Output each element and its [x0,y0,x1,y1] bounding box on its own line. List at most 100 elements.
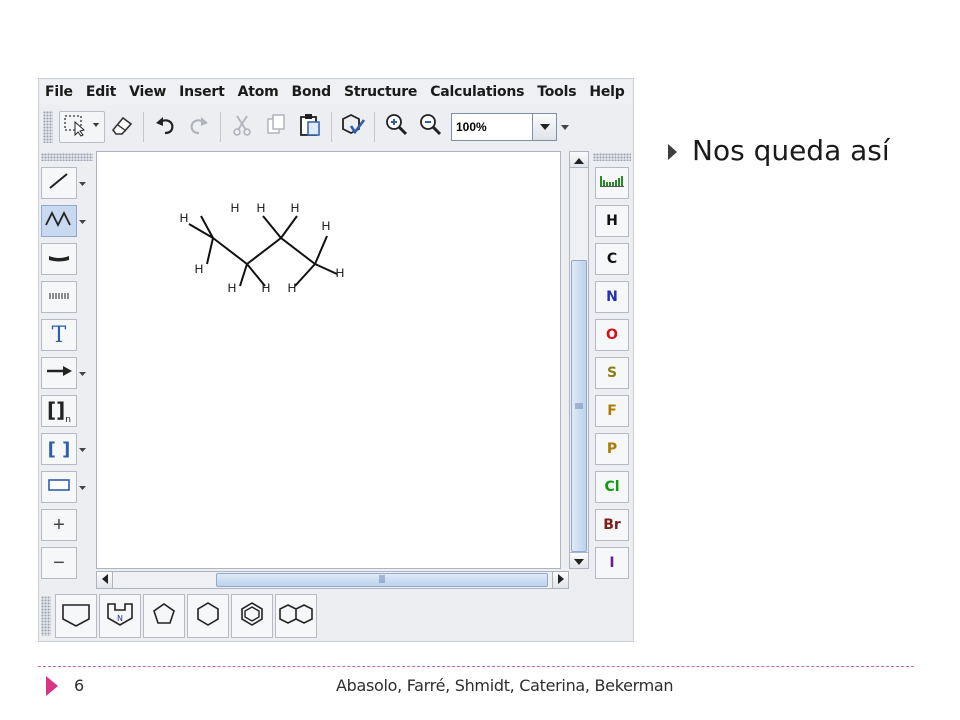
menu-structure[interactable]: Structure [344,84,417,100]
plus-label: + [53,513,65,536]
chevron-down-icon[interactable] [78,478,86,496]
cyclohexane-chair-button[interactable] [55,594,97,638]
benzene-button[interactable] [231,594,273,638]
menu-tools[interactable]: Tools [537,84,576,100]
atom-symbol: S [606,365,618,381]
zoom-in-button[interactable] [379,111,413,143]
zoom-in-icon [383,112,409,143]
menu-file[interactable]: File [45,84,73,100]
erase-button[interactable] [105,111,139,143]
arrow-up-icon [574,151,584,169]
undo-icon [153,114,177,141]
atom-label-h: H [195,262,204,276]
zoom-level-input[interactable]: 100% [451,113,533,141]
menu-help[interactable]: Help [589,84,624,100]
naphthalene-button[interactable] [275,594,317,638]
scroll-left-button[interactable] [97,572,113,588]
rectangle-icon [47,477,71,498]
reaction-arrow-tool[interactable] [41,357,93,389]
chevron-down-icon [539,118,551,136]
cyclopentane-button[interactable] [143,594,185,638]
copy-button[interactable] [259,111,293,143]
atom-label-h: H [336,266,345,280]
menu-edit[interactable]: Edit [86,84,116,100]
atom-button-i[interactable]: I [595,547,629,579]
toolbar-grip[interactable] [43,111,53,143]
atoms-panel: H C N O S F P Cl Br I [593,153,633,593]
vertical-scrollbar[interactable] [569,151,589,569]
atom-symbol: C [606,251,618,267]
scroll-down-button[interactable] [570,552,588,568]
cyclohexane-button[interactable] [187,594,229,638]
paste-button[interactable] [293,111,327,143]
drawing-canvas[interactable]: H H H H H H H H H H [96,151,561,569]
chevron-down-icon[interactable] [78,174,86,192]
atom-button-p[interactable]: P [595,433,629,465]
single-bond-tool[interactable] [41,167,93,199]
menu-view[interactable]: View [129,84,166,100]
atom-button-br[interactable]: Br [595,509,629,541]
chevron-down-icon[interactable] [78,440,86,458]
text-tool[interactable]: T [41,319,93,351]
zoom-out-button[interactable] [413,111,447,143]
atom-label-h: H [257,201,266,215]
panel-grip[interactable] [593,153,631,161]
atom-symbol: Cl [604,479,620,495]
single-bond-icon [47,171,71,196]
periodic-table-icon [599,174,625,192]
horizontal-scrollbar[interactable] [96,571,569,589]
atom-button-n[interactable]: N [595,281,629,313]
zoom-dropdown-button[interactable] [533,113,557,141]
wedge-bond-tool[interactable] [41,243,93,275]
copy-icon [264,113,288,142]
atom-symbol: O [606,327,618,343]
negative-charge-tool[interactable]: − [41,547,93,579]
marvin-sketch-window: File Edit View Insert Atom Bond Structur… [38,78,634,642]
positive-charge-tool[interactable]: + [41,509,93,541]
menu-calculations[interactable]: Calculations [430,84,524,100]
rectangle-tool[interactable] [41,471,93,503]
toolbar-overflow-button[interactable] [559,113,571,141]
atom-button-f[interactable]: F [595,395,629,427]
selection-icon [62,113,102,142]
atom-button-cl[interactable]: Cl [595,471,629,503]
pyrrole-button[interactable]: N [99,594,141,638]
hash-bond-tool[interactable] [41,281,93,313]
selection-button[interactable] [59,111,105,143]
menu-insert[interactable]: Insert [179,84,225,100]
arrow-down-icon [574,552,584,570]
atom-button-o[interactable]: O [595,319,629,351]
panel-grip[interactable] [41,596,51,636]
footer-arrow-icon [46,676,58,696]
chain-tool[interactable] [41,205,93,237]
cut-button[interactable] [225,111,259,143]
grip-lines-icon [378,571,386,589]
atom-button-h[interactable]: H [595,205,629,237]
atom-label-h: H [180,211,189,225]
periodic-table-button[interactable] [595,167,629,199]
svg-text:N: N [117,614,123,623]
chevron-down-icon[interactable] [78,212,86,230]
menu-bar: File Edit View Insert Atom Bond Structur… [39,79,633,105]
horizontal-scroll-thumb[interactable] [216,573,548,587]
check-structure-button[interactable] [336,111,370,143]
menu-atom[interactable]: Atom [238,84,279,100]
undo-button[interactable] [148,111,182,143]
toolbar-separator [331,112,332,142]
panel-grip[interactable] [41,153,93,161]
scroll-right-button[interactable] [552,572,568,588]
vertical-scroll-thumb[interactable] [571,260,587,552]
bracket-tool[interactable]: [ ] [41,433,93,465]
scroll-up-button[interactable] [570,152,588,168]
atom-label-h: H [288,281,297,295]
menu-bond[interactable]: Bond [292,84,332,100]
atom-button-c[interactable]: C [595,243,629,275]
sgroup-bracket-tool[interactable]: []n [41,395,93,427]
cyclohexane-chair-icon [59,599,93,634]
pyrrole-n-icon: N [103,598,137,635]
atom-symbol: N [606,289,618,305]
redo-button[interactable] [182,111,216,143]
chevron-down-icon[interactable] [78,364,86,382]
atom-symbol: H [606,213,618,229]
atom-button-s[interactable]: S [595,357,629,389]
